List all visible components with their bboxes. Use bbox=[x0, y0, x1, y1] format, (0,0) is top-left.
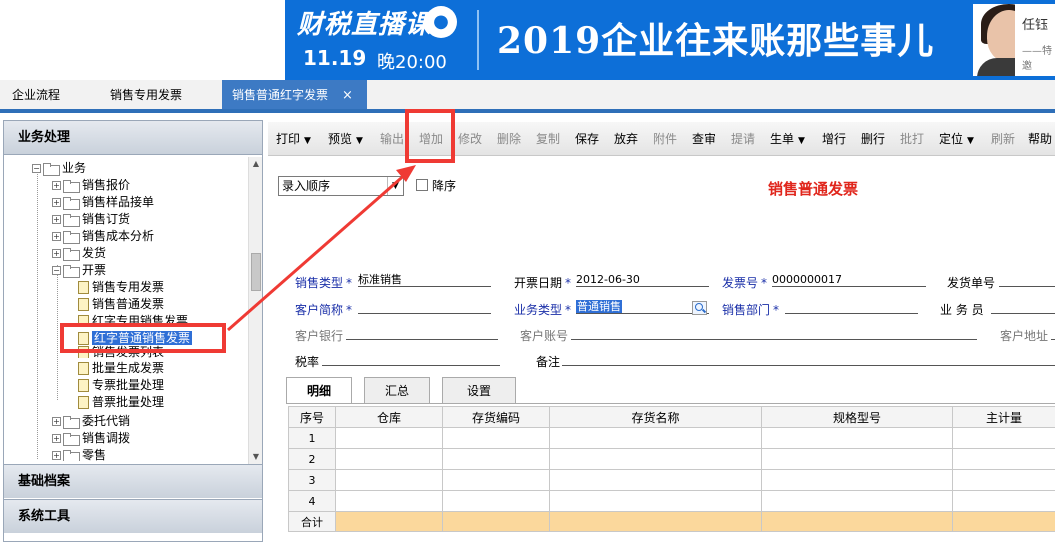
annotation-arrow bbox=[227, 165, 416, 332]
